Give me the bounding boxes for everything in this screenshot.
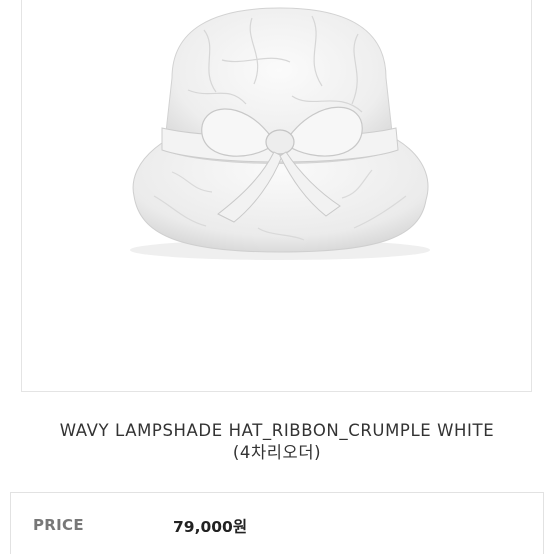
price-value: 79,000원 bbox=[173, 518, 248, 536]
price-box: PRICE 79,000원 bbox=[10, 492, 544, 554]
product-image[interactable] bbox=[22, 0, 532, 392]
price-label: PRICE bbox=[33, 516, 84, 534]
product-title-line1: WAVY LAMPSHADE HAT_RIBBON_CRUMPLE WHITE bbox=[59, 421, 495, 440]
product-image-frame bbox=[21, 0, 532, 392]
product-title-line2: (4차리오더) bbox=[232, 443, 322, 462]
product-title: WAVY LAMPSHADE HAT_RIBBON_CRUMPLE WHITE … bbox=[0, 420, 554, 464]
product-page: WAVY LAMPSHADE HAT_RIBBON_CRUMPLE WHITE … bbox=[0, 0, 554, 554]
